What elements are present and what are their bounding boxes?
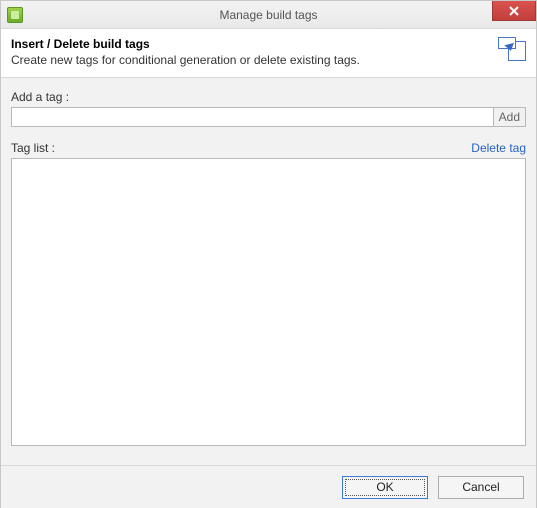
cancel-button[interactable]: Cancel (438, 476, 524, 499)
close-icon (509, 6, 519, 16)
header-subtitle: Create new tags for conditional generati… (11, 53, 490, 67)
add-tag-label: Add a tag : (11, 90, 526, 104)
dialog-body: Add a tag : Add Tag list : Delete tag (1, 78, 536, 466)
tag-list-box[interactable] (11, 158, 526, 446)
tag-list-label: Tag list : (11, 141, 55, 155)
window-title: Manage build tags (1, 8, 536, 22)
titlebar: Manage build tags (1, 1, 536, 29)
tags-document-icon (498, 37, 526, 61)
app-icon (7, 7, 23, 23)
close-button[interactable] (492, 1, 536, 21)
ok-button[interactable]: OK (342, 476, 428, 499)
header-title: Insert / Delete build tags (11, 37, 490, 51)
dialog-footer: OK Cancel (1, 466, 536, 508)
delete-tag-link[interactable]: Delete tag (471, 141, 526, 155)
add-button[interactable]: Add (494, 107, 526, 127)
dialog-header: Insert / Delete build tags Create new ta… (1, 29, 536, 78)
add-tag-input[interactable] (11, 107, 494, 127)
